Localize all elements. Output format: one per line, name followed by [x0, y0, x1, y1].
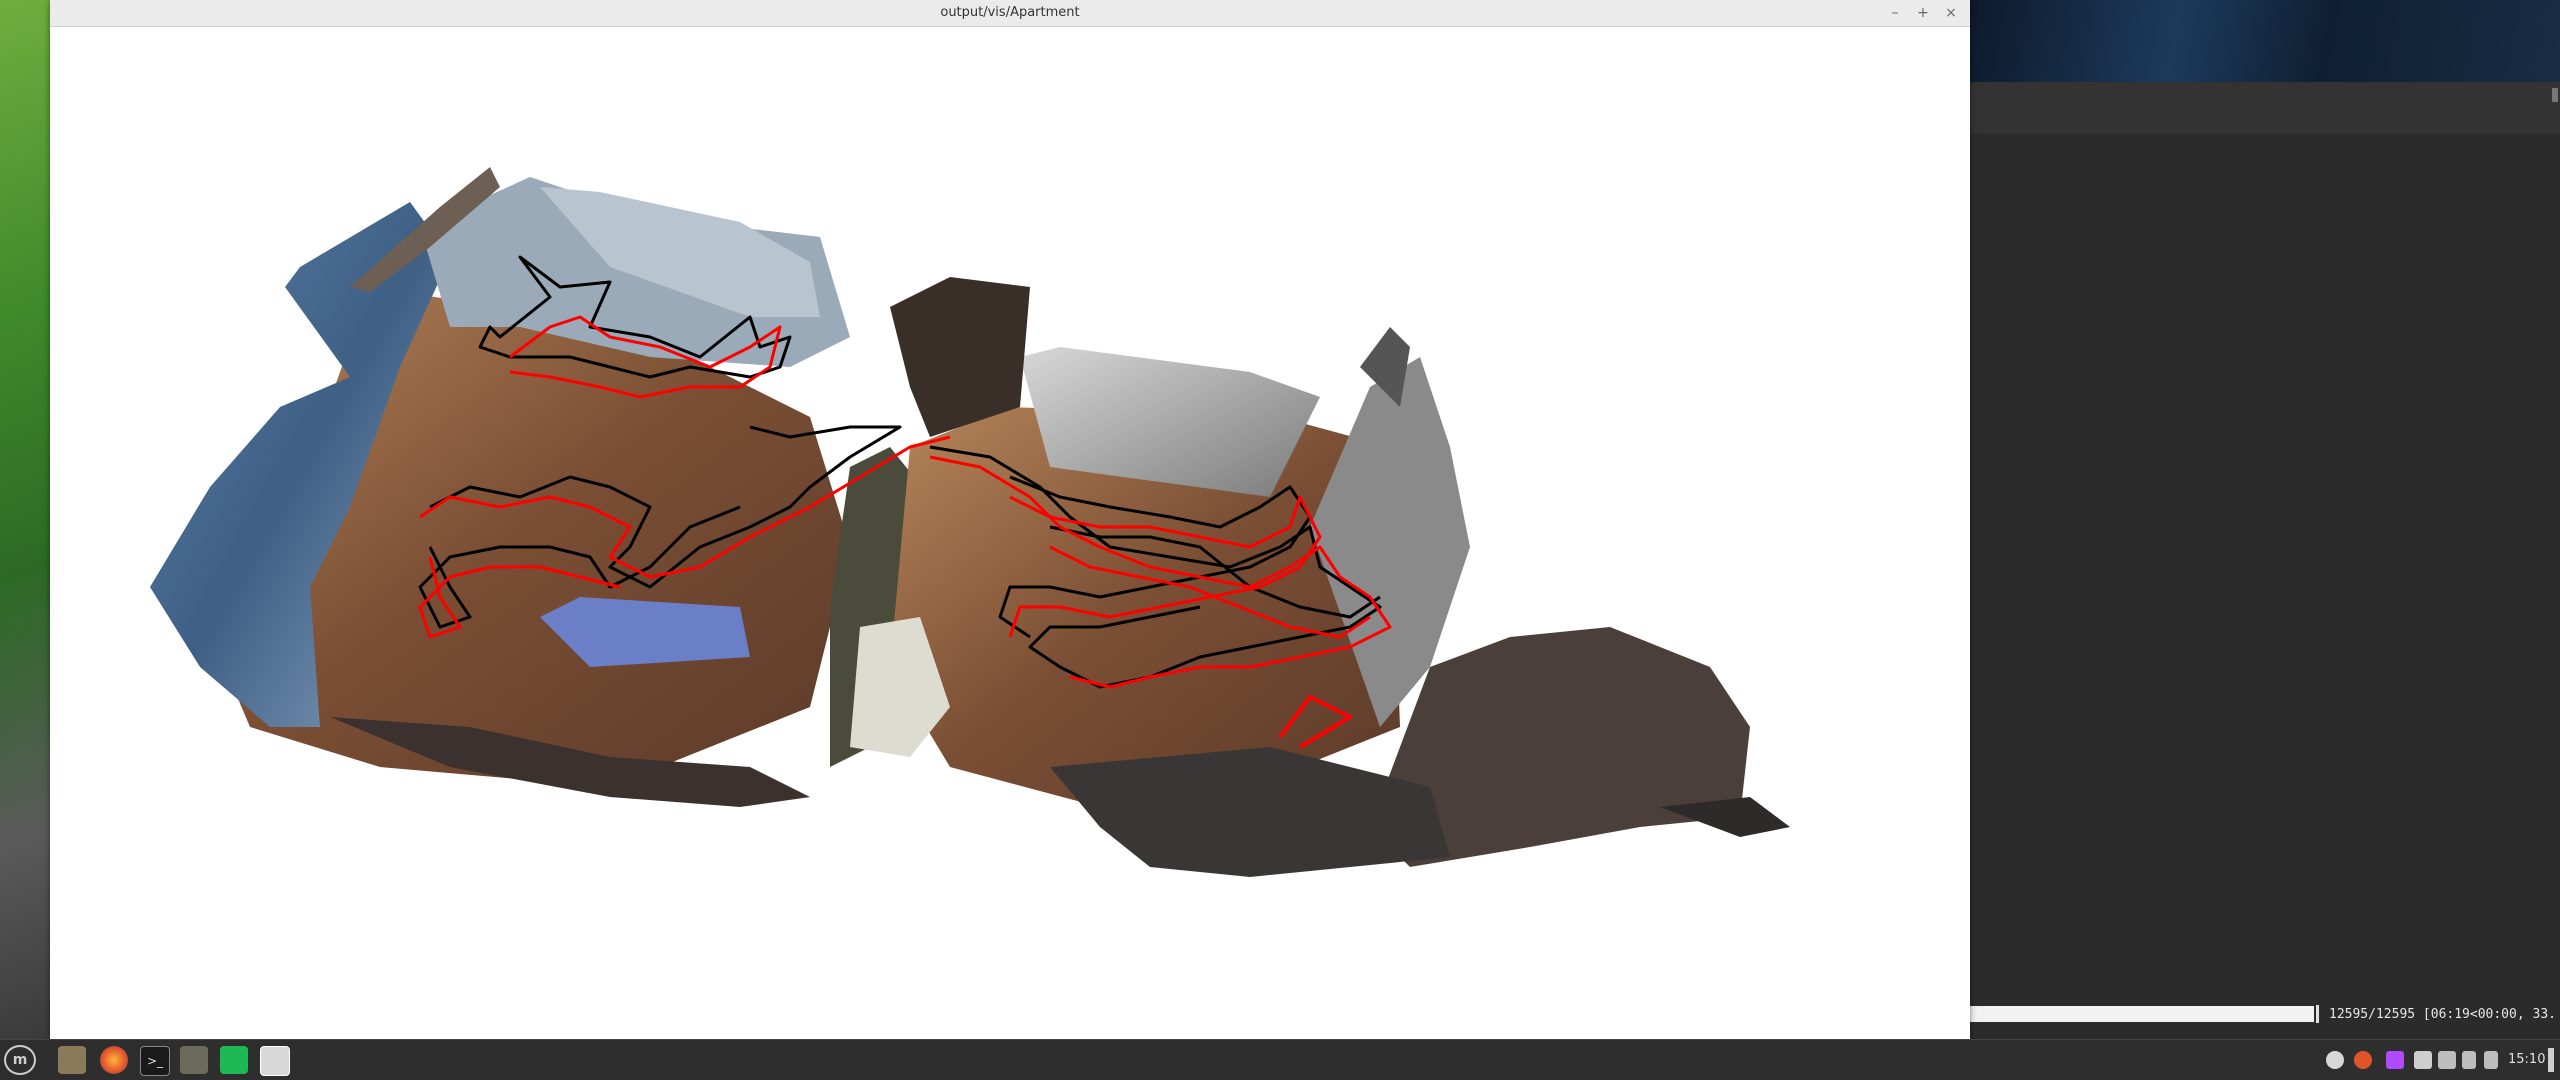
image-viewer-icon[interactable] [260, 1046, 290, 1076]
window-title: output/vis/Apartment [940, 5, 1080, 20]
discord-icon[interactable] [2326, 1051, 2344, 1069]
terminal-header [1970, 82, 2560, 134]
gimp-icon[interactable] [180, 1046, 208, 1074]
firefox-icon[interactable] [100, 1046, 128, 1074]
progress-text: 12595/12595 [06:19<00:00, 33. [2329, 1006, 2556, 1022]
close-button[interactable]: × [1941, 3, 1961, 23]
network-icon[interactable] [2462, 1051, 2476, 1069]
files-icon[interactable] [58, 1046, 86, 1074]
progress-bar [1970, 1006, 2314, 1022]
progress-bar-end [2316, 1005, 2319, 1023]
desktop-wallpaper [0, 0, 52, 1039]
maximize-button[interactable]: + [1913, 3, 1933, 23]
spotify-icon[interactable] [220, 1046, 248, 1074]
3d-render-canvas[interactable] [50, 27, 1970, 1039]
terminal-icon[interactable]: >_ [140, 1046, 170, 1076]
scene-mesh [150, 167, 1790, 877]
progress-row: 12595/12595 [06:19<00:00, 33. [1970, 1003, 2560, 1025]
minimize-button[interactable]: – [1885, 3, 1905, 23]
menu-icon[interactable]: m [4, 1045, 36, 1075]
viewer-window[interactable]: output/vis/Apartment – + × [50, 0, 1970, 1039]
desktop-wallpaper-strip [1970, 0, 2560, 82]
terminal-window[interactable]: 12595/12595 [06:19<00:00, 33. [1970, 82, 2560, 1039]
printer-icon[interactable] [2438, 1051, 2456, 1069]
taskbar: m >_ 15:10 [0, 1039, 2560, 1080]
audio-icon[interactable] [2484, 1051, 2498, 1069]
window-titlebar[interactable]: output/vis/Apartment – + × [50, 0, 1970, 27]
scroll-indicator-icon [2552, 88, 2558, 102]
show-desktop-button[interactable] [2548, 1048, 2554, 1072]
clock[interactable]: 15:10 [2508, 1052, 2545, 1067]
firefox-tray-icon[interactable] [2354, 1051, 2372, 1069]
app-icon[interactable] [2386, 1051, 2404, 1069]
mesh-lower-right [1050, 747, 1450, 877]
shield-icon[interactable] [2414, 1051, 2432, 1069]
